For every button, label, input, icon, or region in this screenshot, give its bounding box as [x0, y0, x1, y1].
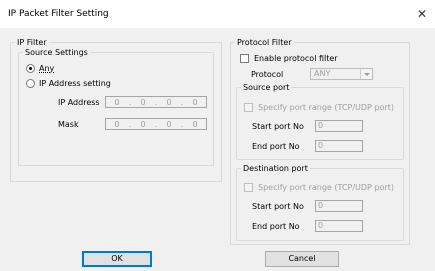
enable-protocol-filter-box[interactable] — [240, 54, 249, 63]
destination-start-port-label: Start port No — [252, 202, 304, 211]
destination-end-port-input[interactable]: 0 — [315, 220, 363, 232]
source-start-port-label: Start port No — [252, 122, 304, 131]
destination-specify-range-checkbox[interactable]: Specify port range (TCP/UDP port) — [244, 183, 394, 192]
mask-octet-3: 0 — [166, 119, 172, 129]
mask-field[interactable]: 0. 0. 0. 0 — [105, 118, 207, 130]
dialog-body: IP Filter Source Settings Any IP Address… — [0, 28, 435, 271]
mask-label: Mask — [58, 120, 79, 129]
source-port-legend: Source port — [243, 83, 290, 92]
protocol-select-value: ANY — [314, 69, 331, 78]
radio-ip-address-label: IP Address setting — [39, 79, 111, 88]
destination-port-legend: Destination port — [243, 164, 308, 173]
radio-any[interactable]: Any — [26, 64, 54, 73]
protocol-filter-legend: Protocol Filter — [237, 38, 292, 47]
source-end-port-label: End port No — [252, 142, 300, 151]
radio-any-indicator[interactable] — [26, 64, 35, 73]
source-specify-range-checkbox[interactable]: Specify port range (TCP/UDP port) — [244, 103, 394, 112]
ip-address-field[interactable]: 0. 0. 0. 0 — [105, 96, 207, 108]
ip-octet-3: 0 — [166, 97, 172, 107]
radio-any-label: Any — [39, 64, 55, 73]
title-bar: IP Packet Filter Setting ✕ — [0, 0, 435, 28]
source-settings-legend: Source Settings — [25, 48, 88, 57]
source-start-port-input[interactable]: 0 — [315, 120, 363, 132]
destination-start-port-input[interactable]: 0 — [315, 200, 363, 212]
enable-protocol-filter-label: Enable protocol filter — [254, 54, 338, 63]
destination-specify-range-box[interactable] — [244, 183, 253, 192]
ip-octet-4: 0 — [192, 97, 198, 107]
ok-button[interactable]: OK — [82, 251, 152, 267]
close-icon[interactable]: ✕ — [414, 6, 430, 22]
ip-filter-legend: IP Filter — [17, 38, 47, 47]
radio-ip-address-indicator[interactable] — [26, 79, 35, 88]
enable-protocol-filter-checkbox[interactable]: Enable protocol filter — [240, 54, 338, 63]
protocol-select[interactable]: ANY — [310, 68, 373, 80]
window-title: IP Packet Filter Setting — [8, 9, 109, 19]
source-end-port-input[interactable]: 0 — [315, 140, 363, 152]
protocol-label: Protocol — [251, 70, 284, 79]
destination-specify-range-label: Specify port range (TCP/UDP port) — [258, 183, 394, 192]
ip-octet-1: 0 — [114, 97, 120, 107]
mask-octet-2: 0 — [140, 119, 146, 129]
mask-octet-1: 0 — [114, 119, 120, 129]
chevron-down-icon[interactable] — [360, 69, 372, 79]
source-specify-range-label: Specify port range (TCP/UDP port) — [258, 103, 394, 112]
ip-address-label: IP Address — [58, 98, 100, 107]
cancel-button[interactable]: Cancel — [265, 251, 339, 267]
destination-end-port-label: End port No — [252, 222, 300, 231]
radio-ip-address-setting[interactable]: IP Address setting — [26, 79, 111, 88]
source-specify-range-box[interactable] — [244, 103, 253, 112]
mask-octet-4: 0 — [192, 119, 198, 129]
ip-octet-2: 0 — [140, 97, 146, 107]
